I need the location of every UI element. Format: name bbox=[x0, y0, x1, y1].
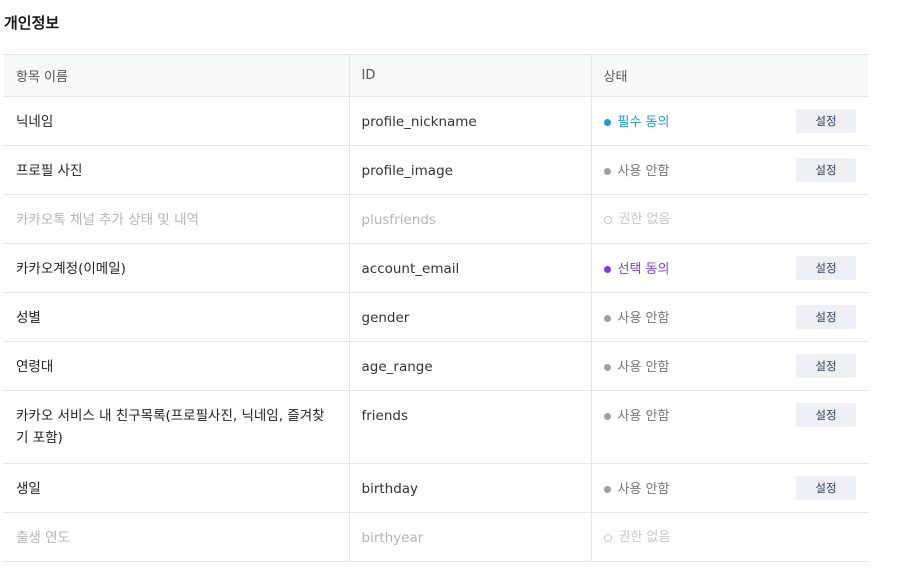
table-header-row: 항목 이름 ID 상태 bbox=[4, 54, 868, 97]
scope-name: 닉네임 bbox=[4, 96, 349, 146]
status-label: 권한 없음 bbox=[618, 212, 671, 227]
scope-status-cell: 사용 안함 설정 bbox=[590, 390, 868, 464]
status-label: 권한 없음 bbox=[618, 530, 671, 545]
scope-status-cell: 권한 없음 bbox=[590, 194, 868, 244]
status-hollow-dot-icon bbox=[603, 534, 612, 542]
scope-id: birthday bbox=[348, 463, 591, 513]
scope-id: gender bbox=[348, 292, 591, 342]
status-dot-icon bbox=[603, 168, 611, 175]
status-label: 사용 안함 bbox=[617, 408, 670, 424]
status-label: 사용 안함 bbox=[617, 163, 670, 179]
status-label: 선택 동의 bbox=[617, 261, 670, 277]
status-label: 사용 안함 bbox=[617, 359, 670, 375]
scope-name: 카카오계정(이메일) bbox=[4, 243, 349, 293]
settings-button[interactable]: 설정 bbox=[796, 158, 856, 182]
scope-name: 출생 연도 bbox=[4, 512, 349, 562]
scope-status-cell: 사용 안함 설정 bbox=[590, 292, 868, 342]
scope-status-cell: 사용 안함 설정 bbox=[590, 145, 868, 195]
settings-button[interactable]: 설정 bbox=[796, 256, 856, 280]
scope-status-cell: 권한 없음 bbox=[590, 512, 868, 562]
settings-button[interactable]: 설정 bbox=[796, 109, 856, 133]
status-badge: 사용 안함 bbox=[603, 406, 670, 428]
table-row-gender: 성별 gender 사용 안함 설정 bbox=[4, 292, 868, 342]
scope-status-cell: 사용 안함 설정 bbox=[590, 341, 868, 391]
status-badge: 사용 안함 bbox=[603, 479, 670, 501]
scope-id: profile_nickname bbox=[348, 96, 591, 146]
status-badge: 필수 동의 bbox=[603, 112, 670, 134]
scope-status-cell: 필수 동의 설정 bbox=[590, 96, 868, 146]
column-header-status: 상태 bbox=[590, 54, 868, 97]
consent-scope-table: 항목 이름 ID 상태 닉네임 profile_nickname 필수 동의 설… bbox=[4, 54, 868, 562]
status-badge: 사용 안함 bbox=[603, 308, 670, 330]
scope-id: account_email bbox=[348, 243, 591, 293]
scope-status-cell: 선택 동의 설정 bbox=[590, 243, 868, 293]
scope-name: 성별 bbox=[4, 292, 349, 342]
status-dot-icon bbox=[603, 364, 611, 371]
scope-name: 연령대 bbox=[4, 341, 349, 391]
table-row-account-email: 카카오계정(이메일) account_email 선택 동의 설정 bbox=[4, 243, 868, 293]
scope-status-cell: 사용 안함 설정 bbox=[590, 463, 868, 513]
table-row-friends: 카카오 서비스 내 친구목록(프로필사진, 닉네임, 즐겨찾기 포함) frie… bbox=[4, 390, 868, 464]
scope-name: 카카오톡 채널 추가 상태 및 내역 bbox=[4, 194, 349, 244]
scope-id: age_range bbox=[348, 341, 591, 391]
status-badge: 권한 없음 bbox=[603, 209, 671, 231]
status-dot-icon bbox=[603, 266, 611, 273]
status-dot-icon bbox=[603, 315, 611, 322]
status-badge: 선택 동의 bbox=[603, 259, 670, 281]
status-label: 사용 안함 bbox=[617, 310, 670, 326]
scope-id: friends bbox=[348, 390, 591, 464]
settings-button[interactable]: 설정 bbox=[796, 354, 856, 378]
table-row-birthyear: 출생 연도 birthyear 권한 없음 bbox=[4, 512, 868, 562]
scope-id: profile_image bbox=[348, 145, 591, 195]
table-row-profile-nickname: 닉네임 profile_nickname 필수 동의 설정 bbox=[4, 96, 868, 146]
table-row-plusfriends: 카카오톡 채널 추가 상태 및 내역 plusfriends 권한 없음 bbox=[4, 194, 868, 244]
status-badge: 권한 없음 bbox=[603, 527, 671, 549]
column-header-name: 항목 이름 bbox=[4, 54, 349, 97]
settings-button[interactable]: 설정 bbox=[796, 476, 856, 500]
section-title: 개인정보 bbox=[4, 14, 60, 32]
scope-name: 프로필 사진 bbox=[4, 145, 349, 195]
scope-name: 생일 bbox=[4, 463, 349, 513]
table-row-birthday: 생일 birthday 사용 안함 설정 bbox=[4, 463, 868, 513]
status-badge: 사용 안함 bbox=[603, 161, 670, 183]
status-badge: 사용 안함 bbox=[603, 357, 670, 379]
scope-id: plusfriends bbox=[348, 194, 591, 244]
status-label: 필수 동의 bbox=[617, 114, 670, 130]
status-dot-icon bbox=[603, 119, 611, 126]
scope-name: 카카오 서비스 내 친구목록(프로필사진, 닉네임, 즐겨찾기 포함) bbox=[4, 390, 349, 464]
status-label: 사용 안함 bbox=[617, 481, 670, 497]
settings-button[interactable]: 설정 bbox=[796, 305, 856, 329]
status-hollow-dot-icon bbox=[603, 216, 612, 224]
settings-button[interactable]: 설정 bbox=[796, 403, 856, 427]
column-header-id: ID bbox=[348, 54, 591, 97]
table-row-profile-image: 프로필 사진 profile_image 사용 안함 설정 bbox=[4, 145, 868, 195]
status-dot-icon bbox=[603, 413, 611, 420]
status-dot-icon bbox=[603, 486, 611, 493]
scope-id: birthyear bbox=[348, 512, 591, 562]
table-row-age-range: 연령대 age_range 사용 안함 설정 bbox=[4, 341, 868, 391]
